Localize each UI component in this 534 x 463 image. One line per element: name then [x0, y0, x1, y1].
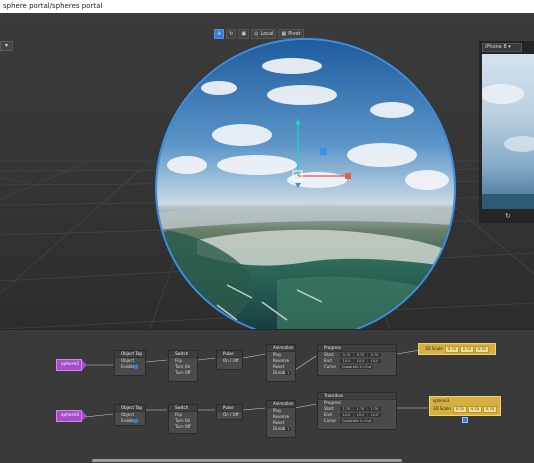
end-y[interactable]: 10.0	[354, 359, 367, 363]
output-z[interactable]: 0.70	[482, 405, 497, 413]
output-label: 3D Scale	[425, 346, 443, 351]
node-port-enabled: Enabled	[115, 364, 145, 370]
curve-label: Curve	[324, 364, 336, 369]
scale-output-patch[interactable]: 3D Scale 0.70 0.70 0.70	[418, 343, 496, 355]
curve-select[interactable]: Quadratic In-Out	[340, 365, 374, 369]
rotate-device-icon[interactable]: ↻	[505, 212, 511, 220]
device-screen	[482, 54, 534, 209]
curve-row: Curve Quadratic In-Out	[318, 364, 396, 370]
node-title: Transition	[318, 393, 396, 400]
end-x[interactable]: 10.0	[340, 359, 353, 363]
window-title: sphere portal/spheres portal	[0, 0, 534, 13]
device-name: iPhone 8	[485, 44, 507, 50]
output-title: sphere3	[433, 398, 450, 403]
curve-label: Curve	[324, 418, 336, 423]
scene-viewport[interactable]: ▾ ✛ ↻ ▣ ◎ Local ▦ Pivot iPhone 8 ▾ ↻	[0, 13, 534, 329]
sphere2-input-patch[interactable]: sphere2	[56, 359, 87, 371]
node-title: Pulse	[217, 351, 242, 358]
node-title: Animation	[267, 401, 295, 408]
enabled-checkbox[interactable]	[134, 419, 138, 423]
node-title: Switch	[169, 405, 197, 412]
node-title: Progress	[318, 345, 396, 352]
transition-node[interactable]: Transition Progress Start 1.70 1.70 1.70 En…	[317, 392, 397, 430]
node-port: On / Off	[223, 358, 239, 363]
node-port: Turn Off	[175, 370, 191, 375]
output-label: 3D Scale	[433, 406, 451, 411]
output-x[interactable]: 0.70	[444, 345, 459, 353]
start-y[interactable]: 0.70	[354, 353, 367, 357]
animation-node[interactable]: Animation Play Reverse Reset Duration 1	[266, 344, 296, 382]
progress-node[interactable]: Progress Start 0.70 0.70 0.70 End 10.0 10.0 10…	[317, 344, 397, 376]
patch-editor[interactable]: sphere2 Object Tap Object Enabled Switch…	[0, 329, 534, 463]
end-label: End	[324, 412, 332, 417]
object-tap-node[interactable]: Object Tap Object Enabled	[114, 350, 146, 376]
device-preview-image	[482, 84, 534, 209]
node-port: Turn Off	[175, 424, 191, 429]
enabled-checkbox[interactable]	[134, 365, 138, 369]
sphere3-input-patch[interactable]: sphere3	[56, 410, 87, 422]
pulse-node[interactable]: Pulse On / Off	[216, 404, 243, 420]
end-x[interactable]: 10.0	[340, 413, 353, 417]
start-label: Start	[324, 352, 334, 357]
start-z[interactable]: 1.70	[368, 407, 381, 411]
animation-node[interactable]: Animation Play Reverse Reset Duration 1	[266, 400, 296, 438]
chevron-down-icon: ▾	[508, 44, 511, 50]
node-title: Object Tap	[115, 405, 145, 412]
node-port: On / Off	[223, 412, 239, 417]
curve-row: Curve Quadratic In-Out	[318, 418, 396, 424]
node-title: Switch	[169, 351, 197, 358]
output-z[interactable]: 0.70	[474, 345, 489, 353]
node-title: Object Tap	[115, 351, 145, 358]
curve-select[interactable]: Quadratic In-Out	[340, 419, 374, 423]
output-y[interactable]: 0.70	[467, 405, 482, 413]
node-title: Pulse	[217, 405, 242, 412]
switch-node[interactable]: Switch Flip Turn On Turn Off	[168, 350, 198, 382]
start-x[interactable]: 1.70	[340, 407, 353, 411]
node-port-duration: Duration 1	[267, 370, 295, 376]
duration-value[interactable]: 1	[285, 427, 292, 431]
end-label: End	[324, 358, 332, 363]
object-tap-node[interactable]: Object Tap Object Enabled	[114, 404, 146, 426]
device-select[interactable]: iPhone 8 ▾	[482, 43, 522, 52]
node-port-duration: Duration 1	[267, 426, 295, 432]
start-z[interactable]: 0.70	[368, 353, 381, 357]
output-y[interactable]: 0.70	[459, 345, 474, 353]
end-z[interactable]: 10.0	[368, 359, 381, 363]
start-y[interactable]: 1.70	[354, 407, 367, 411]
start-label: Start	[324, 406, 334, 411]
transform-gizmo[interactable]	[0, 13, 534, 329]
device-preview-panel: iPhone 8 ▾ ↻	[479, 41, 534, 223]
add-port-icon[interactable]	[462, 417, 468, 423]
node-title: Animation	[267, 345, 295, 352]
switch-node[interactable]: Switch Flip Turn On Turn Off	[168, 404, 198, 434]
sphere3-output-patch[interactable]: sphere3 3D Scale 0.70 0.70 0.70	[429, 396, 501, 416]
end-y[interactable]: 10.0	[354, 413, 367, 417]
duration-value[interactable]: 1	[285, 371, 292, 375]
start-x[interactable]: 0.70	[340, 353, 353, 357]
node-port-enabled: Enabled	[115, 418, 145, 424]
pulse-node[interactable]: Pulse On / Off	[216, 350, 243, 370]
output-x[interactable]: 0.70	[452, 405, 467, 413]
end-z[interactable]: 10.0	[368, 413, 381, 417]
